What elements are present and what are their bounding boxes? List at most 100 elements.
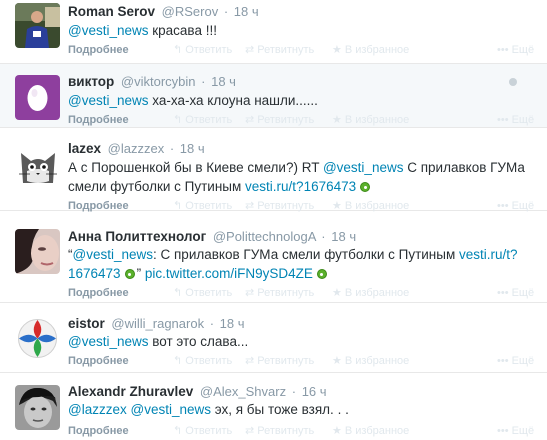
mention-link[interactable]: @vesti_news — [131, 402, 212, 417]
star-icon: ★ — [332, 44, 342, 56]
tweet-timestamp[interactable]: 18 ч — [211, 74, 236, 89]
tweet-text-fragment: эх, я бы тоже взял. . . — [211, 402, 349, 417]
favorite-button[interactable]: ★ В избранное — [332, 424, 409, 438]
expand-link[interactable]: Подробнее — [68, 43, 129, 57]
retweet-button[interactable]: ⇄ Ретвитнуть — [245, 286, 314, 300]
retweet-icon: ⇄ — [245, 114, 255, 126]
separator-dot: · — [201, 74, 206, 89]
author-username[interactable]: @viktorcybin — [121, 74, 196, 89]
tweet-item[interactable]: Анна Политтехнолог @PolittechnologA · 18… — [0, 211, 547, 303]
retweet-icon: ⇄ — [245, 355, 255, 367]
mention-link[interactable]: @vesti_news — [73, 247, 154, 262]
favorite-button[interactable]: ★ В избранное — [332, 286, 409, 300]
default-egg-avatar[interactable] — [15, 75, 60, 120]
tweet-item[interactable]: Roman Serov @RSerov · 18 ч @vesti_news к… — [0, 0, 547, 64]
tweet-text: @lazzzex @vesti_news эх, я бы тоже взял.… — [68, 400, 528, 419]
tweet-text-fragment: вот это слава... — [148, 334, 249, 349]
tweet-item[interactable]: lazex @lazzzex · 18 ч А с Порошенкой бы … — [0, 128, 547, 212]
more-button[interactable]: ••• Ещё — [497, 354, 534, 368]
reply-icon: ↰ — [173, 114, 183, 126]
tweet-timestamp[interactable]: 18 ч — [220, 316, 245, 331]
retweet-label: Ретвитнуть — [257, 287, 315, 299]
author-fullname[interactable]: Roman Serov — [68, 4, 155, 19]
card-preview-icon[interactable] — [316, 269, 327, 280]
author-username[interactable]: @RSerov — [162, 4, 219, 19]
retweet-icon: ⇄ — [245, 287, 255, 299]
url-link[interactable]: pic.twitter.com/iFN9ySD4ZE — [145, 266, 313, 281]
mention-link[interactable]: @lazzzex — [68, 402, 127, 417]
more-button[interactable]: ••• Ещё — [497, 113, 534, 127]
mention-link[interactable]: @vesti_news — [68, 23, 149, 38]
mention-link[interactable]: @vesti_news — [68, 334, 149, 349]
expand-link[interactable]: Подробнее — [68, 113, 129, 127]
retweet-button[interactable]: ⇄ Ретвитнуть — [245, 43, 314, 57]
retweet-label: Ретвитнуть — [257, 355, 315, 367]
star-icon: ★ — [332, 287, 342, 299]
retweet-label: Ретвитнуть — [257, 114, 315, 126]
tweet-actions: Подробнее ↰ Ответить ⇄ Ретвитнуть ★ В избра… — [68, 43, 534, 57]
url-link[interactable]: vesti.ru/t?1676473 — [245, 179, 356, 194]
retweet-icon: ⇄ — [245, 44, 255, 56]
more-button[interactable]: ••• Ещё — [497, 286, 534, 300]
tweet-timestamp[interactable]: 18 ч — [180, 141, 205, 156]
card-preview-icon[interactable] — [124, 269, 135, 280]
author-username[interactable]: @PolittechnologA — [213, 229, 316, 244]
card-preview-icon[interactable] — [360, 182, 371, 193]
reply-label: Ответить — [185, 425, 233, 437]
more-button[interactable]: ••• Ещё — [497, 424, 534, 438]
tweet-timestamp[interactable]: 16 ч — [302, 384, 327, 399]
cartoon-cat-avatar[interactable] — [15, 141, 60, 186]
tweet-item[interactable]: eistor @willi_ragnarok · 18 ч @vesti_new… — [0, 303, 547, 373]
retweet-button[interactable]: ⇄ Ретвитнуть — [245, 354, 314, 368]
star-icon: ★ — [332, 355, 342, 367]
author-username[interactable]: @Alex_Shvarz — [200, 384, 286, 399]
tweet-text-fragment: ха-ха-ха клоуна нашли...... — [148, 93, 318, 108]
author-fullname[interactable]: lazex — [68, 141, 101, 156]
author-fullname[interactable]: Alexandr Zhuravlev — [68, 384, 193, 399]
tweet-actions: Подробнее ↰ Ответить ⇄ Ретвитнуть ★ В избра… — [68, 286, 534, 300]
tweet-item[interactable]: виктор @viktorcybin · 18 ч @vesti_news х… — [0, 64, 547, 128]
tweet-timestamp[interactable]: 18 ч — [331, 229, 356, 244]
tweet-text-fragment: А с Порошенкой бы в Киеве смели?) RT — [68, 160, 323, 175]
tweet-actions: Подробнее ↰ Ответить ⇄ Ретвитнуть ★ В избра… — [68, 354, 534, 368]
reply-icon: ↰ — [173, 425, 183, 437]
expand-link[interactable]: Подробнее — [68, 354, 129, 368]
favorite-button[interactable]: ★ В избранное — [332, 113, 409, 127]
reply-button[interactable]: ↰ Ответить — [173, 354, 232, 368]
author-username[interactable]: @lazzzex — [108, 141, 165, 156]
mention-link[interactable]: @vesti_news — [323, 160, 404, 175]
retweet-button[interactable]: ⇄ Ретвитнуть — [245, 113, 314, 127]
reply-label: Ответить — [185, 44, 233, 56]
separator-dot: · — [223, 4, 229, 19]
tweet-text: А с Порошенкой бы в Киеве смели?) RT @ve… — [68, 158, 528, 196]
reply-label: Ответить — [185, 355, 233, 367]
retweet-label: Ретвитнуть — [257, 425, 315, 437]
author-fullname[interactable]: виктор — [68, 74, 114, 89]
expand-link[interactable]: Подробнее — [68, 424, 129, 438]
favorite-button[interactable]: ★ В избранное — [332, 354, 409, 368]
more-label: Ещё — [511, 425, 535, 437]
tweet-text: @vesti_news ха-ха-ха клоуна нашли...... — [68, 91, 528, 110]
reply-button[interactable]: ↰ Ответить — [173, 113, 232, 127]
reply-button[interactable]: ↰ Ответить — [173, 286, 232, 300]
reply-button[interactable]: ↰ Ответить — [173, 424, 232, 438]
reply-button[interactable]: ↰ Ответить — [173, 43, 232, 57]
ball-logo-avatar[interactable] — [15, 316, 60, 361]
expand-link[interactable]: Подробнее — [68, 286, 129, 300]
tweet-text-fragment: ” — [136, 266, 145, 281]
bw-face-avatar[interactable] — [15, 385, 60, 430]
author-fullname[interactable]: Анна Политтехнолог — [68, 229, 206, 244]
photo-person-avatar[interactable] — [15, 3, 60, 48]
tweet-timestamp[interactable]: 18 ч — [234, 4, 259, 19]
tweet-item[interactable]: Alexandr Zhuravlev @Alex_Shvarz · 16 ч @… — [0, 373, 547, 440]
reply-icon: ↰ — [173, 355, 183, 367]
favorite-label: В избранное — [344, 114, 410, 126]
star-icon: ★ — [332, 114, 342, 126]
more-button[interactable]: ••• Ещё — [497, 43, 534, 57]
woman-face-avatar[interactable] — [15, 229, 60, 274]
retweet-button[interactable]: ⇄ Ретвитнуть — [245, 424, 314, 438]
mention-link[interactable]: @vesti_news — [68, 93, 149, 108]
favorite-button[interactable]: ★ В избранное — [332, 43, 409, 57]
author-fullname[interactable]: eistor — [68, 316, 105, 331]
author-username[interactable]: @willi_ragnarok — [111, 316, 204, 331]
